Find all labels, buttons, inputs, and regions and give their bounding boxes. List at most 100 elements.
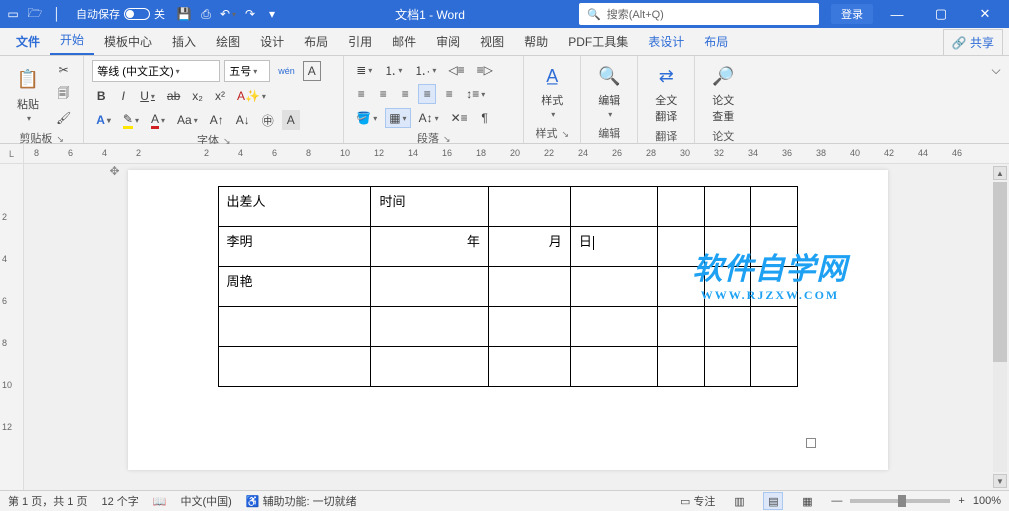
clipboard-launcher[interactable]: ↘ <box>56 134 64 144</box>
tab-layout[interactable]: 布局 <box>294 28 338 55</box>
scroll-track[interactable] <box>993 182 1007 472</box>
web-layout-button[interactable]: ▦ <box>797 492 817 510</box>
format-painter-button[interactable]: 🖌 <box>52 108 75 128</box>
autosave-toggle[interactable]: 自动保存 关 <box>76 6 165 22</box>
font-size-combo[interactable]: 五号▾ <box>224 60 270 82</box>
shading-button[interactable]: 🪣▾ <box>352 108 381 128</box>
subscript-button[interactable]: x₂ <box>188 86 207 106</box>
cell[interactable] <box>658 267 704 307</box>
cell[interactable] <box>751 227 797 267</box>
cell[interactable] <box>658 227 704 267</box>
print-icon[interactable]: ⎙ <box>197 5 215 23</box>
cell[interactable] <box>488 187 570 227</box>
papers-button[interactable]: 🔎 论文 查重 <box>703 60 743 126</box>
tab-help[interactable]: 帮助 <box>514 28 558 55</box>
cell[interactable] <box>488 267 570 307</box>
word-count[interactable]: 12 个字 <box>101 493 138 509</box>
cut-button[interactable]: ✂ <box>52 60 75 80</box>
undo-icon[interactable]: ↶▾ <box>219 5 237 23</box>
read-mode-button[interactable]: ▥ <box>729 492 749 510</box>
cell[interactable]: 月 <box>488 227 570 267</box>
font-color-button[interactable]: A▾ <box>147 110 169 130</box>
cell[interactable] <box>371 307 488 347</box>
font-name-combo[interactable]: 等线 (中文正文)▾ <box>92 60 220 82</box>
char-shading-button[interactable]: A <box>282 110 300 130</box>
qat-more-icon[interactable]: ▾ <box>263 5 281 23</box>
page-status[interactable]: 第 1 页，共 1 页 <box>8 493 87 509</box>
cell[interactable]: 日 <box>570 227 657 267</box>
change-case-button[interactable]: Aa▾ <box>173 110 202 130</box>
minimize-button[interactable]: — <box>877 0 917 28</box>
enclosed-char-button[interactable]: ㊥ <box>258 110 278 130</box>
tab-insert[interactable]: 插入 <box>162 28 206 55</box>
zoom-value[interactable]: 100% <box>973 495 1001 507</box>
dec-indent-button[interactable]: ◁≡ <box>444 60 468 80</box>
editing-button[interactable]: 🔍 编辑 ▾ <box>589 60 629 121</box>
cell[interactable] <box>218 307 371 347</box>
search-input[interactable]: 🔍 搜索(Alt+Q) <box>579 3 819 25</box>
scroll-down-button[interactable]: ▼ <box>993 474 1007 488</box>
tab-home[interactable]: 开始 <box>50 26 94 55</box>
cell[interactable] <box>371 267 488 307</box>
cell[interactable] <box>218 347 371 387</box>
cell[interactable]: 出差人 <box>218 187 371 227</box>
bold-button[interactable]: B <box>92 86 110 106</box>
phonetic-button[interactable]: wén <box>274 61 299 81</box>
maximize-button[interactable]: ▢ <box>921 0 961 28</box>
multilevel-button[interactable]: ⒈·▾ <box>410 60 440 80</box>
align-distribute-button[interactable]: ≡ <box>440 84 458 104</box>
cell[interactable] <box>570 307 657 347</box>
ribbon-collapse-button[interactable]: ⌵ <box>987 60 1005 80</box>
underline-button[interactable]: U▾ <box>136 86 159 106</box>
numbering-button[interactable]: ⒈▾ <box>380 60 406 80</box>
table-anchor-icon[interactable]: ✥ <box>110 164 120 178</box>
translate-button[interactable]: ⇄ 全文 翻译 <box>646 60 686 126</box>
vertical-scrollbar[interactable]: ▲ ▼ <box>991 164 1009 490</box>
print-layout-button[interactable]: ▤ <box>763 492 783 510</box>
align-right-button[interactable]: ≡ <box>396 84 414 104</box>
zoom-in-button[interactable]: + <box>958 495 964 507</box>
tab-draw[interactable]: 绘图 <box>206 28 250 55</box>
cell[interactable] <box>704 307 750 347</box>
spellcheck-icon[interactable]: 📖 <box>153 495 167 508</box>
borders-button[interactable]: ▦▾ <box>385 108 410 128</box>
cell[interactable] <box>704 227 750 267</box>
align-left-button[interactable]: ≡ <box>352 84 370 104</box>
table[interactable]: 出差人 时间 李明 年 月 日 <box>218 186 798 387</box>
cell[interactable] <box>658 307 704 347</box>
styles-button[interactable]: A̲ 样式 ▾ <box>532 60 572 121</box>
horizontal-ruler[interactable]: 8642246810121416182022242628303234363840… <box>24 144 1009 164</box>
zoom-slider[interactable] <box>850 499 950 503</box>
superscript-button[interactable]: x² <box>211 86 229 106</box>
tab-design[interactable]: 设计 <box>250 28 294 55</box>
scroll-up-button[interactable]: ▲ <box>993 166 1007 180</box>
tab-table-layout[interactable]: 布局 <box>694 28 738 55</box>
tab-references[interactable]: 引用 <box>338 28 382 55</box>
zoom-out-button[interactable]: — <box>831 495 842 507</box>
tab-pdf[interactable]: PDF工具集 <box>558 28 638 55</box>
copy-button[interactable]: 🗐 <box>52 84 75 104</box>
text-effects-button[interactable]: A✨▾ <box>233 86 270 106</box>
toggle-icon[interactable] <box>124 8 150 20</box>
text-direction-button[interactable]: ✕≡ <box>447 108 472 128</box>
cell[interactable] <box>570 347 657 387</box>
align-center-button[interactable]: ≡ <box>374 84 392 104</box>
share-button[interactable]: 🔗 共享 <box>943 29 1003 55</box>
italic-button[interactable]: I <box>114 86 132 106</box>
show-marks-button[interactable]: ¶ <box>476 108 494 128</box>
tab-file[interactable]: 文件 <box>6 28 50 55</box>
align-justify-button[interactable]: ≡ <box>418 84 436 104</box>
tab-mailings[interactable]: 邮件 <box>382 28 426 55</box>
cell[interactable] <box>488 307 570 347</box>
inc-indent-button[interactable]: ≡▷ <box>473 60 497 80</box>
table-resize-handle[interactable] <box>806 438 816 448</box>
open-icon[interactable]: 🗁 <box>26 5 44 23</box>
cell[interactable] <box>658 187 704 227</box>
paragraph-launcher[interactable]: ↘ <box>443 134 451 144</box>
close-button[interactable]: ✕ <box>965 0 1005 28</box>
cell[interactable] <box>751 267 797 307</box>
sort-button[interactable]: A↕▾ <box>415 108 443 128</box>
highlight-button[interactable]: ✎▾ <box>119 110 143 130</box>
document-scroll[interactable]: ✥ 出差人 时间 李明 年 月 日 <box>24 164 991 490</box>
char-border-button[interactable]: A <box>303 61 321 81</box>
